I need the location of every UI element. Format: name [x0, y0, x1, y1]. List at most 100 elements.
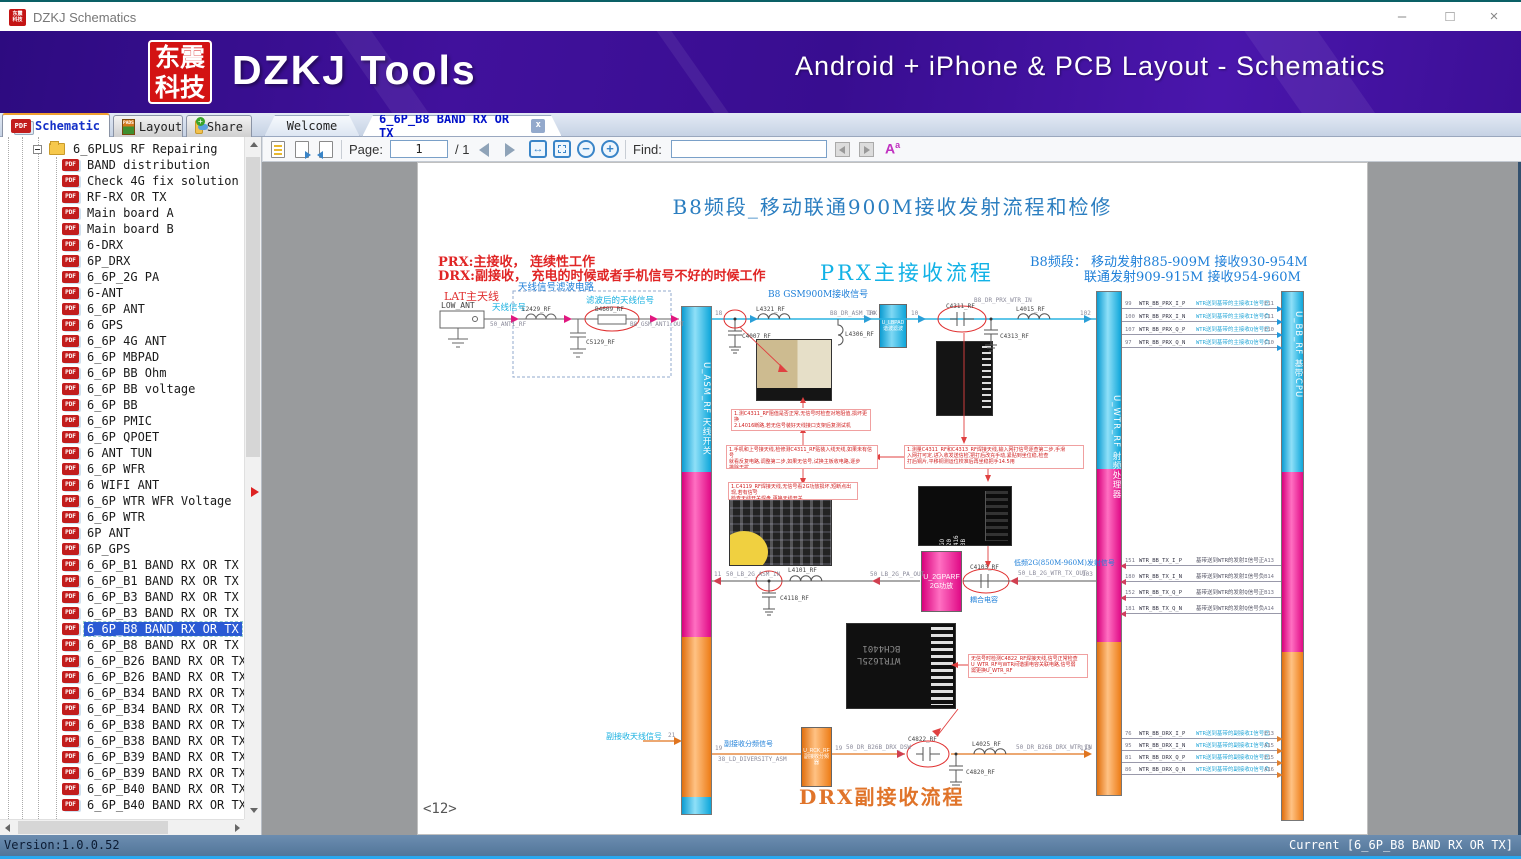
horizontal-scroll-thumb[interactable]	[18, 821, 168, 834]
tree-item[interactable]: PDF 6_6P BB Ohm	[0, 365, 244, 381]
tree-item[interactable]: PDF 6_6P_B26 BAND RX OR TX	[0, 653, 244, 669]
find-next-icon[interactable]	[859, 142, 874, 157]
tree-item[interactable]: PDF Main board A	[0, 205, 244, 221]
tree-item[interactable]: PDF 6_6P_B8 BAND RX OR TX	[0, 621, 244, 637]
collapse-icon[interactable]	[33, 144, 42, 154]
tree-item[interactable]: PDF 6_6P 4G ANT	[0, 333, 244, 349]
tree-item[interactable]: PDF 6_6P BB voltage	[0, 381, 244, 397]
signal-row: 180 WTR_BB_TX_I_N 基带送到WTR的发射I信号负 B14	[1120, 566, 1281, 585]
tree-item[interactable]: PDF 6_6P_B1 BAND RX OR TX Mai	[0, 573, 244, 589]
tree-item[interactable]: PDF 6_6P MBPAD	[0, 349, 244, 365]
tree-item[interactable]: PDF 6_6P_B8 BAND RX OR TX Mai	[0, 637, 244, 653]
close-button[interactable]: ×	[1479, 6, 1509, 28]
scroll-right-icon[interactable]	[229, 820, 245, 835]
maximize-button[interactable]: □	[1435, 6, 1465, 28]
tree-item[interactable]: PDF 6_6P_B26 BAND RX OR TX Ma	[0, 669, 244, 685]
tree-item[interactable]: PDF 6_6P_B3 BAND RX OR TX	[0, 589, 244, 605]
signal-net: WTR_BB_TX_I_N	[1139, 574, 1183, 580]
tree-item[interactable]: PDF Check 4G fix solution	[0, 173, 244, 189]
pdf-icon: PDF	[62, 303, 79, 315]
toolbar-separator	[341, 140, 342, 159]
tree-item-label: 6_6P MBPAD	[87, 350, 160, 364]
scroll-up-icon[interactable]	[245, 137, 261, 153]
font-size-icon[interactable]: Aa	[885, 140, 900, 157]
tree-item[interactable]: PDF 6_6P_B40 BAND RX OR TX	[0, 781, 244, 797]
zoom-out-icon[interactable]: −	[577, 140, 595, 158]
tree-item[interactable]: PDF 6_6P_B39 BAND RX OR TX	[0, 749, 244, 765]
next-view-icon[interactable]	[317, 141, 333, 159]
tree-item[interactable]: PDF 6 GPS	[0, 317, 244, 333]
find-prev-icon[interactable]	[835, 142, 850, 157]
tab-schematic[interactable]: PDF Schematic	[2, 113, 110, 137]
tree-item-label: 6_6P BB	[87, 398, 138, 412]
doc-tab-current[interactable]: 6_6P_B8 BAND RX OR TX x	[362, 115, 562, 137]
doc-tab-current-label: 6_6P_B8 BAND RX OR TX	[379, 112, 510, 140]
tree-item[interactable]: PDF 6_6P QPOET	[0, 429, 244, 445]
tree-root-folder[interactable]: 6_6PLUS RF Repairing	[0, 141, 221, 157]
tree-item[interactable]: PDF 6_6P_2G PA	[0, 269, 244, 285]
page-input[interactable]	[390, 140, 448, 158]
tree-vertical-scrollbar[interactable]	[244, 137, 261, 819]
tree-item[interactable]: PDF 6 ANT TUN	[0, 445, 244, 461]
fit-page-icon[interactable]	[553, 140, 571, 158]
pin-18: 18	[715, 310, 723, 317]
tree-item-label: 6_6P_B40 BAND RX OR TX Ma	[87, 798, 244, 812]
tree-item[interactable]: PDF 6_6P_B39 BAND RX OR TX Ma	[0, 765, 244, 781]
tree-item[interactable]: PDF 6_6P WTR	[0, 509, 244, 525]
zoom-in-icon[interactable]: +	[601, 140, 619, 158]
tree-horizontal-scrollbar[interactable]	[0, 819, 245, 835]
tree-item[interactable]: PDF 6-ANT	[0, 285, 244, 301]
tree-item[interactable]: PDF 6_6P_B38 BAND RX OR TX	[0, 717, 244, 733]
tree-item[interactable]: PDF RF-RX OR TX	[0, 189, 244, 205]
properties-icon[interactable]	[271, 141, 285, 158]
pdf-icon: PDF	[62, 207, 79, 219]
tree-item[interactable]: PDF 6_6P_B34 BAND RX OR TX Ma	[0, 701, 244, 717]
tab-layout[interactable]: PADS Layout	[113, 115, 183, 137]
net-drx-dsw: 50_DR_B26B_DRX_DSW	[846, 744, 912, 751]
fit-width-icon[interactable]: ↔	[529, 140, 547, 158]
prev-view-icon[interactable]	[295, 141, 311, 159]
tab-close-icon[interactable]: x	[531, 119, 545, 133]
tree-item-label: RF-RX OR TX	[87, 190, 167, 204]
vertical-scroll-thumb[interactable]	[246, 157, 260, 457]
tree-item[interactable]: PDF 6_6P WTR WFR Voltage	[0, 493, 244, 509]
scroll-down-icon[interactable]	[245, 803, 261, 819]
signal-desc: 基带送到WTR的发射I信号负	[1196, 574, 1265, 580]
tree-item[interactable]: PDF 6P_GPS	[0, 541, 244, 557]
next-page-icon[interactable]	[505, 143, 515, 157]
tree-item[interactable]: PDF Main board B	[0, 221, 244, 237]
tree-item[interactable]: PDF 6_6P WFR	[0, 461, 244, 477]
signal-row: 151 WTR_BB_TX_I_P 基带送到WTR的发射I信号正 A13	[1120, 550, 1281, 569]
signal-row: 81 WTR_BB_DRX_Q_P WTR送到基带的副接收Q信号正 E15	[1122, 751, 1283, 766]
tree-item[interactable]: PDF 6_6P_B3 BAND RX OR TX Mai	[0, 605, 244, 621]
tree-item[interactable]: PDF 6-DRX	[0, 237, 244, 253]
tree-item[interactable]: PDF 6P ANT	[0, 525, 244, 541]
pdf-icon: PDF	[62, 351, 79, 363]
tree-item[interactable]: PDF 6_6P_B1 BAND RX OR TX	[0, 557, 244, 573]
label-c4311: C4311_RF	[946, 303, 975, 310]
tab-share[interactable]: Share	[186, 115, 252, 137]
repair-note: 1.C4119_RF焊接天线,无信号看2G功放损坏,短断点出现,若有信号 检查天…	[728, 482, 858, 500]
minimize-button[interactable]: –	[1387, 6, 1417, 28]
tree-item[interactable]: PDF 6_6P_B40 BAND RX OR TX Ma	[0, 797, 244, 813]
tree-item[interactable]: PDF 6_6P_B38 BAND RX OR TX Ma	[0, 733, 244, 749]
tree-item[interactable]: PDF 6_6P ANT	[0, 301, 244, 317]
find-input[interactable]	[671, 140, 827, 158]
tree-item-label: 6_6P_B8 BAND RX OR TX Mai	[87, 638, 244, 652]
tree-item[interactable]: PDF 6_6P_B34 BAND RX OR TX	[0, 685, 244, 701]
tree-item[interactable]: PDF 6P_DRX	[0, 253, 244, 269]
doc-tab-welcome[interactable]: Welcome	[264, 115, 360, 137]
pdf-icon: PDF	[62, 783, 79, 795]
font-a: A	[885, 140, 896, 157]
pdf-icon: PDF	[62, 159, 79, 171]
tree-item-label: 6 ANT TUN	[87, 446, 153, 460]
tree-item[interactable]: PDF 6_6P BB	[0, 397, 244, 413]
signal-net: WTR_BB_DRX_Q_P	[1139, 755, 1186, 761]
label-l4015: L4015_RF	[1016, 306, 1045, 313]
prev-page-icon[interactable]	[479, 143, 489, 157]
tree-item[interactable]: PDF 6 WIFI ANT	[0, 477, 244, 493]
scroll-left-icon[interactable]	[0, 820, 16, 835]
tree-item[interactable]: PDF 6_6P PMIC	[0, 413, 244, 429]
signal-net: WTR_BB_TX_Q_P	[1139, 590, 1183, 596]
tree-item[interactable]: PDF BAND distribution	[0, 157, 244, 173]
